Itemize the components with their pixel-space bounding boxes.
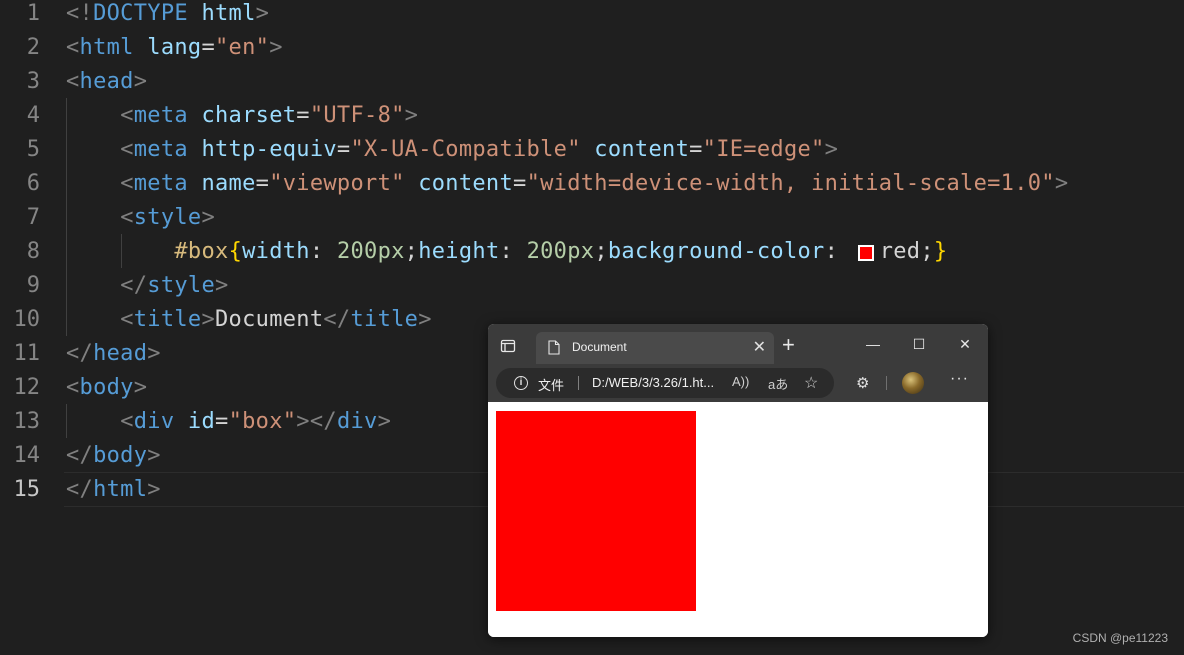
new-tab-button[interactable]: + bbox=[782, 332, 795, 358]
close-window-button[interactable]: ✕ bbox=[950, 332, 980, 356]
code-text: <title>Document</title> bbox=[120, 307, 432, 332]
code-text: <style> bbox=[120, 205, 216, 230]
line-number: 8 bbox=[26, 239, 40, 264]
code-line[interactable]: 7 <style> bbox=[0, 201, 1184, 235]
browser-window[interactable]: Document ✕ + — ☐ ✕ i 文件 D:/WEB/3/3.26/1.… bbox=[488, 324, 988, 637]
line-number: 11 bbox=[13, 341, 41, 366]
code-line[interactable]: 2 <html lang="en"> bbox=[0, 31, 1184, 65]
code-line[interactable]: 8 #box{width: 200px;height: 200px;backgr… bbox=[0, 235, 1184, 269]
tab-actions-icon[interactable] bbox=[498, 336, 518, 356]
line-number: 5 bbox=[26, 137, 40, 162]
line-number: 15 bbox=[13, 477, 41, 502]
tab-document[interactable]: Document ✕ bbox=[536, 332, 774, 364]
line-number: 10 bbox=[13, 307, 41, 332]
translate-icon[interactable]: aあ bbox=[768, 374, 788, 393]
code-text: <meta http-equiv="X-UA-Compatible" conte… bbox=[120, 137, 839, 162]
line-number: 1 bbox=[26, 1, 40, 26]
page-icon bbox=[548, 340, 560, 355]
code-text: </body> bbox=[66, 443, 161, 468]
page-viewport bbox=[488, 402, 988, 637]
code-text: </html> bbox=[66, 477, 161, 502]
extensions-icon[interactable]: ⚙ bbox=[856, 374, 869, 392]
add-favorite-icon[interactable]: ☆ bbox=[804, 373, 818, 393]
line-number: 3 bbox=[26, 69, 40, 94]
line-number: 12 bbox=[13, 375, 41, 400]
code-line[interactable]: 4 <meta charset="UTF-8"> bbox=[0, 99, 1184, 133]
red-box bbox=[496, 411, 696, 611]
code-text: <meta name="viewport" content="width=dev… bbox=[120, 171, 1069, 196]
code-text: <head> bbox=[66, 69, 148, 94]
info-icon[interactable]: i bbox=[514, 376, 528, 390]
line-number: 2 bbox=[26, 35, 40, 60]
line-number: 9 bbox=[26, 273, 40, 298]
address-bar-row: i 文件 D:/WEB/3/3.26/1.ht... A)) aあ ☆ ⚙ ··… bbox=[488, 364, 988, 402]
watermark: CSDN @pe11223 bbox=[1072, 631, 1168, 645]
url-text[interactable]: D:/WEB/3/3.26/1.ht... bbox=[592, 375, 714, 390]
tab-close-icon[interactable]: ✕ bbox=[753, 337, 766, 357]
read-aloud-icon[interactable]: A)) bbox=[732, 374, 749, 389]
color-swatch-icon[interactable] bbox=[857, 245, 874, 261]
browser-titlebar: Document ✕ + — ☐ ✕ bbox=[488, 324, 988, 364]
address-divider bbox=[578, 376, 579, 390]
code-text: <div id="box"></div> bbox=[120, 409, 392, 434]
toolbar-divider bbox=[886, 376, 887, 390]
code-line[interactable]: 3 <head> bbox=[0, 65, 1184, 99]
line-number: 7 bbox=[26, 205, 40, 230]
line-number: 4 bbox=[26, 103, 40, 128]
tab-title: Document bbox=[572, 340, 627, 354]
code-text: </head> bbox=[66, 341, 161, 366]
address-bar[interactable]: i 文件 D:/WEB/3/3.26/1.ht... A)) aあ ☆ bbox=[496, 368, 834, 398]
line-number: 6 bbox=[26, 171, 40, 196]
profile-avatar[interactable] bbox=[902, 372, 924, 394]
code-text: <!DOCTYPE html> bbox=[66, 1, 270, 26]
code-text: <html lang="en"> bbox=[66, 35, 283, 60]
code-line[interactable]: 5 <meta http-equiv="X-UA-Compatible" con… bbox=[0, 133, 1184, 167]
line-number: 14 bbox=[13, 443, 41, 468]
code-line[interactable]: 9 </style> bbox=[0, 269, 1184, 303]
code-text: #box{width: 200px;height: 200px;backgrou… bbox=[174, 239, 948, 264]
more-menu-icon[interactable]: ··· bbox=[950, 370, 969, 388]
file-label: 文件 bbox=[538, 378, 565, 393]
code-text: </style> bbox=[120, 273, 229, 298]
code-text: <meta charset="UTF-8"> bbox=[120, 103, 419, 128]
code-line[interactable]: 6 <meta name="viewport" content="width=d… bbox=[0, 167, 1184, 201]
line-number: 13 bbox=[13, 409, 41, 434]
code-line[interactable]: 1 <!DOCTYPE html> bbox=[0, 0, 1184, 31]
minimize-button[interactable]: — bbox=[858, 332, 888, 356]
maximize-button[interactable]: ☐ bbox=[904, 332, 934, 356]
code-text: <body> bbox=[66, 375, 148, 400]
